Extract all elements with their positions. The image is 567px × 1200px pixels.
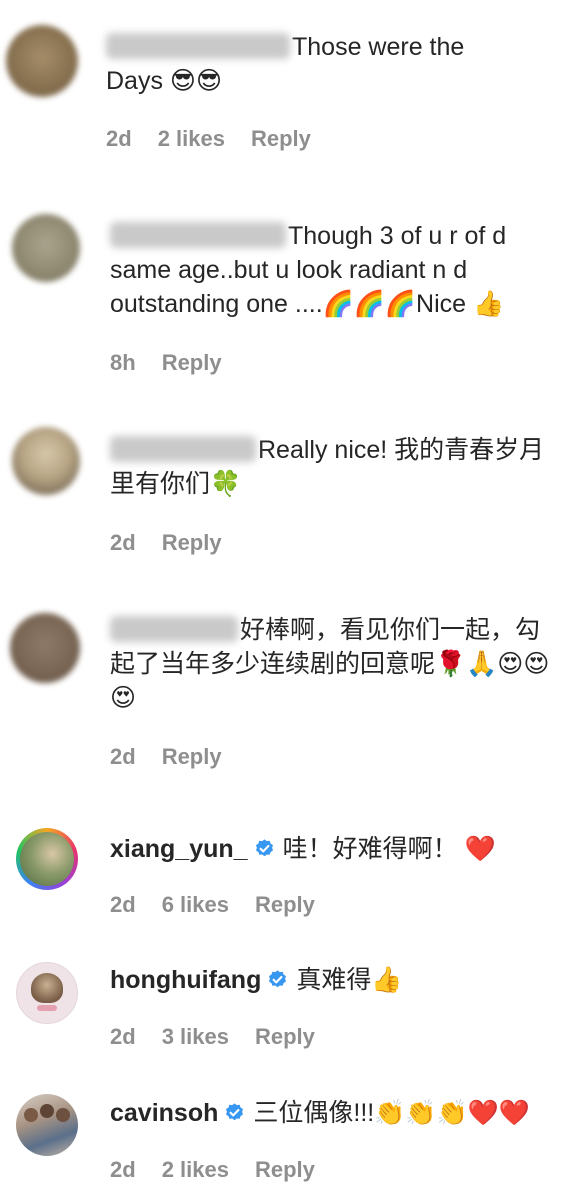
comment-meta: 2d 6 likes Reply	[110, 892, 341, 918]
reply-button[interactable]: Reply	[162, 744, 222, 769]
avatar[interactable]	[16, 1094, 78, 1156]
comment-time: 2d	[110, 1024, 136, 1049]
comment-time: 2d	[110, 744, 136, 769]
comment-time: 8h	[110, 350, 136, 375]
comment-time: 2d	[110, 530, 136, 555]
comment-text: Really nice! 我的青春岁月里有你们🍀	[110, 433, 550, 501]
blurred-username[interactable]	[110, 436, 256, 462]
reply-button[interactable]: Reply	[255, 892, 315, 917]
blurred-username[interactable]	[110, 222, 286, 248]
reply-button[interactable]: Reply	[251, 126, 311, 151]
comment-meta: 2d Reply	[110, 744, 248, 770]
username-link[interactable]: cavinsoh	[110, 1099, 218, 1127]
comment-time: 2d	[106, 126, 132, 151]
likes-count[interactable]: 2 likes	[158, 126, 225, 151]
avatar[interactable]	[6, 25, 78, 97]
comment-text-content: 三位偶像!!!👏👏👏❤️❤️	[253, 1099, 530, 1127]
comment-meta: 2d Reply	[110, 530, 248, 556]
comment-text: xiang_yun_ 哇！好难得啊！ ❤️	[110, 832, 550, 866]
comment-meta: 2d 2 likes Reply	[110, 1157, 341, 1183]
comment-text: honghuifang 真难得👍	[110, 963, 550, 997]
comment-text-content: 哇！好难得啊！ ❤️	[282, 835, 496, 863]
likes-count[interactable]: 2 likes	[162, 1157, 229, 1182]
comment-meta: 8h Reply	[110, 350, 248, 376]
comment-text: Those were the Days 😎😎	[106, 30, 546, 98]
reply-button[interactable]: Reply	[162, 530, 222, 555]
comment-time: 2d	[110, 1157, 136, 1182]
avatar[interactable]	[12, 427, 80, 495]
blurred-username[interactable]	[110, 616, 238, 642]
avatar[interactable]	[16, 828, 78, 890]
comment-meta: 2d 2 likes Reply	[106, 126, 337, 152]
verified-badge-icon	[226, 1103, 244, 1121]
reply-button[interactable]: Reply	[255, 1024, 315, 1049]
comment-text: 好棒啊，看见你们一起，勾起了当年多少连续剧的回意呢🌹🙏😍😍😍	[110, 613, 555, 715]
verified-badge-icon	[269, 970, 287, 988]
avatar[interactable]	[12, 214, 80, 282]
avatar[interactable]	[10, 613, 80, 683]
comment-time: 2d	[110, 892, 136, 917]
comment-meta: 2d 3 likes Reply	[110, 1024, 341, 1050]
comment-text: cavinsoh 三位偶像!!!👏👏👏❤️❤️	[110, 1096, 550, 1130]
comment-text-content: 真难得👍	[296, 966, 403, 994]
avatar[interactable]	[16, 962, 78, 1024]
comment-text-line2: Days 😎😎	[106, 67, 223, 95]
reply-button[interactable]: Reply	[162, 350, 222, 375]
username-link[interactable]: honghuifang	[110, 966, 261, 994]
comment-text: Though 3 of u r of d same age..but u loo…	[110, 219, 550, 321]
reply-button[interactable]: Reply	[255, 1157, 315, 1182]
likes-count[interactable]: 6 likes	[162, 892, 229, 917]
username-link[interactable]: xiang_yun_	[110, 835, 248, 863]
likes-count[interactable]: 3 likes	[162, 1024, 229, 1049]
verified-badge-icon	[255, 839, 273, 857]
blurred-username[interactable]	[106, 33, 290, 59]
comment-text-line1: Those were the	[292, 33, 465, 61]
